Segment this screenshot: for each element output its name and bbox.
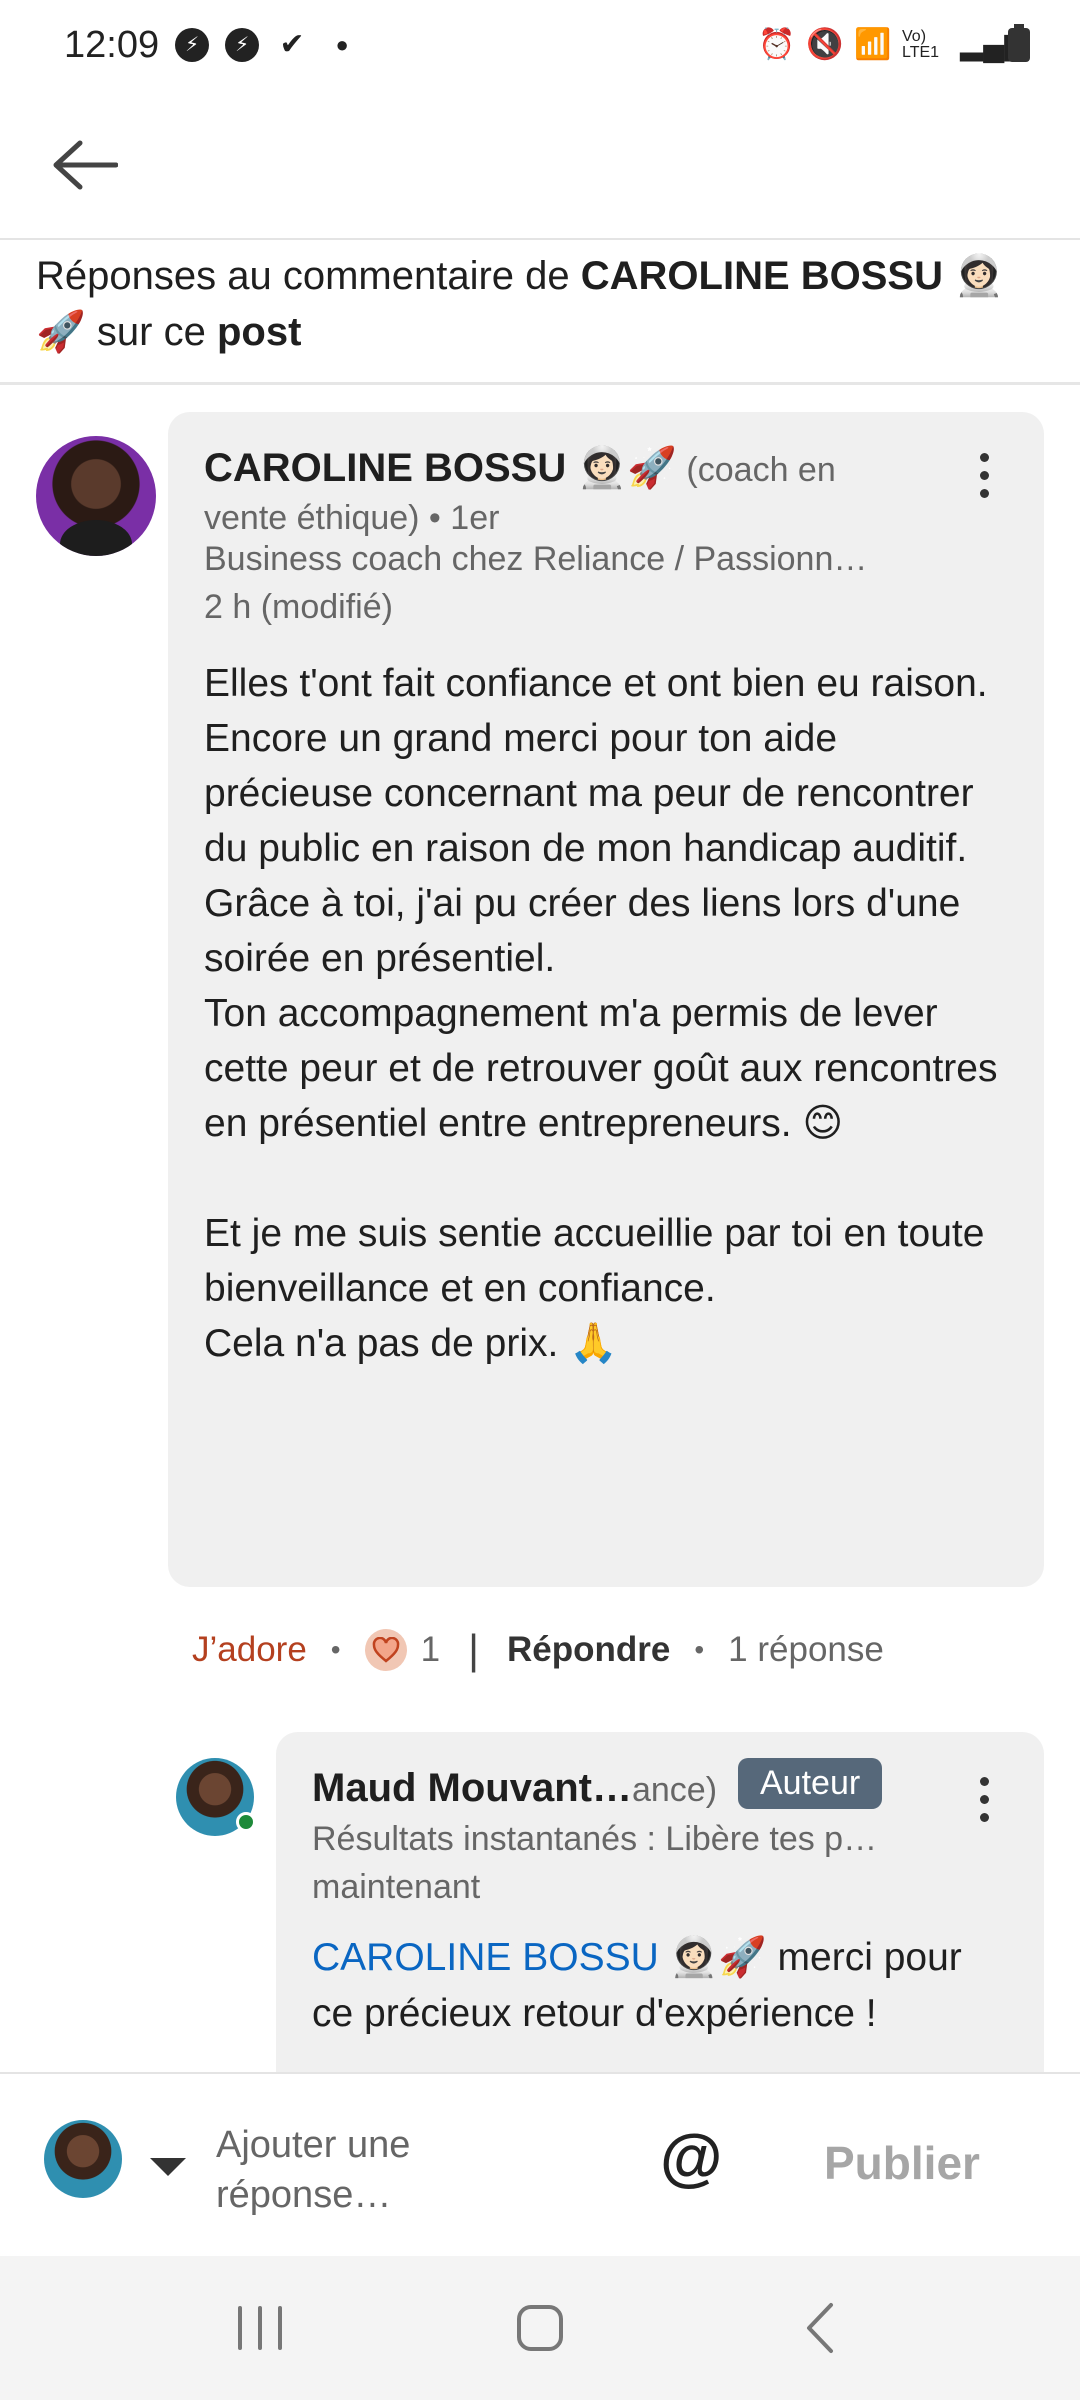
status-bar: 12:09 ⚡ ⚡ ✔ ● ⏰ 🔇 📶 Vo) LTE1 ▂▄▆ — [0, 0, 1080, 90]
heart-icon[interactable] — [364, 1629, 407, 1671]
dot-icon — [979, 1794, 989, 1804]
header-prefix: Réponses au commentaire de — [36, 254, 581, 298]
dot-icon — [979, 452, 989, 462]
replies-count[interactable]: 1 réponse — [728, 1630, 884, 1670]
reply-author-name-rest: ance) — [631, 1771, 718, 1809]
comment-headline: Business coach chez Reliance / Passionn… — [204, 540, 868, 578]
recents-icon — [238, 2306, 282, 2350]
reply-author-name[interactable]: Maud Mouvant… — [312, 1766, 632, 1810]
comment-card: CAROLINE BOSSU 👩🏻‍🚀🚀 (coach en vente éth… — [168, 412, 1044, 1587]
avatar[interactable] — [36, 436, 156, 556]
arrow-left-icon — [53, 140, 118, 190]
replies-header: Réponses au commentaire de CAROLINE BOSS… — [36, 248, 1046, 360]
battery-icon — [1008, 24, 1030, 62]
dot-icon: ● — [335, 32, 349, 57]
dot-icon — [979, 470, 989, 480]
home-icon — [517, 2305, 563, 2351]
comment-actions: J’adore • 1 | Répondre • 1 réponse — [192, 1620, 884, 1680]
mention-link[interactable]: CAROLINE BOSSU 👩🏻‍🚀🚀 — [312, 1936, 767, 1979]
home-button[interactable] — [480, 2278, 600, 2378]
app-bar — [0, 90, 1080, 240]
reply-author[interactable]: Maud Mouvant…ance) — [312, 1766, 717, 1811]
separator: | — [468, 1626, 479, 1673]
status-right: ⏰ 🔇 📶 Vo) LTE1 ▂▄▆ — [758, 24, 1030, 62]
comment-author-name[interactable]: CAROLINE BOSSU 👩🏻‍🚀🚀 — [204, 446, 677, 490]
mention-button[interactable]: @ — [660, 2120, 722, 2194]
mute-icon: 🔇 — [806, 28, 844, 61]
header-post-link[interactable]: post — [217, 310, 301, 354]
reaction-count[interactable]: 1 — [421, 1630, 440, 1670]
divider — [0, 382, 1080, 385]
reply-body: CAROLINE BOSSU 👩🏻‍🚀🚀 merci pour ce préci… — [312, 1930, 1012, 2042]
more-options-button[interactable] — [964, 1764, 1004, 1834]
reply-input[interactable]: Ajouter une réponse… — [216, 2120, 596, 2220]
wifi-icon: 📶 — [854, 28, 892, 61]
recent-apps-button[interactable] — [200, 2278, 320, 2378]
system-back-button[interactable] — [760, 2278, 880, 2378]
dot-icon — [979, 1812, 989, 1822]
comment-body: Elles t'ont fait confiance et ont bien e… — [204, 662, 998, 1365]
chevron-down-icon[interactable] — [150, 2158, 186, 2176]
separator-dot: • — [330, 1634, 341, 1665]
like-button[interactable]: J’adore — [192, 1630, 307, 1670]
status-left: 12:09 ⚡ ⚡ ✔ ● — [64, 24, 359, 67]
volte-label: Vo) LTE1 — [902, 28, 940, 61]
dot-icon — [979, 488, 989, 498]
online-status-icon — [236, 1812, 256, 1832]
separator-dot: • — [694, 1634, 705, 1665]
dot-icon — [979, 1776, 989, 1786]
status-time: 12:09 — [64, 23, 160, 66]
reply-headline: Résultats instantanés : Libère tes p… — [312, 1820, 878, 1858]
check-icon: ✔ — [279, 28, 305, 61]
more-options-button[interactable] — [964, 440, 1004, 510]
reply-composer: Ajouter une réponse… @ Publier — [0, 2072, 1080, 2256]
comment-time: 2 h (modifié) — [204, 588, 393, 626]
reply-button[interactable]: Répondre — [507, 1630, 670, 1670]
avatar — [44, 2120, 122, 2198]
signal-icon: ▂▄▆ — [960, 28, 1028, 61]
reply-time: maintenant — [312, 1868, 481, 1906]
messenger-icon: ⚡ — [175, 28, 210, 62]
header-middle: sur ce — [85, 310, 217, 354]
publish-button[interactable]: Publier — [824, 2136, 980, 2190]
header-author[interactable]: CAROLINE BOSSU — [581, 254, 943, 298]
messenger-icon: ⚡ — [225, 28, 260, 62]
alarm-icon: ⏰ — [758, 28, 796, 61]
back-button[interactable] — [40, 120, 130, 210]
comment-author-line: CAROLINE BOSSU 👩🏻‍🚀🚀 (coach en vente éth… — [204, 444, 904, 542]
author-badge: Auteur — [738, 1758, 883, 1809]
avatar[interactable] — [176, 1758, 256, 1836]
chevron-left-icon — [807, 2303, 833, 2353]
system-nav-bar — [0, 2256, 1080, 2400]
reply-card: Maud Mouvant…ance) Auteur Résultats inst… — [276, 1732, 1044, 2072]
